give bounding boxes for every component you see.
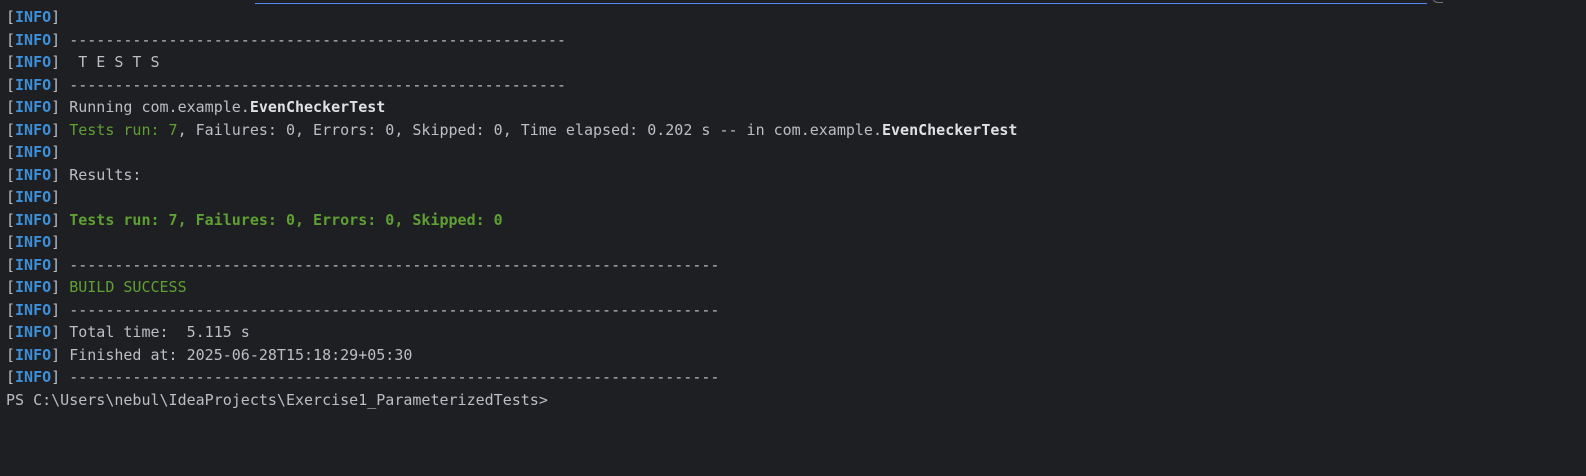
log-level: INFO [15, 278, 52, 296]
log-level: INFO [15, 233, 52, 251]
total-time: Total time: 5.115 s [69, 323, 250, 341]
log-level: INFO [15, 30, 52, 49]
test-class-name: EvenCheckerTest [882, 120, 1018, 139]
terminal-output[interactable]: [INFO] [INFO] --------------------------… [0, 0, 1586, 476]
separator-text: ----------------------------------------… [69, 75, 566, 94]
log-line-separator-2: [INFO] ---------------------------------… [6, 75, 566, 94]
truncated-link-underline[interactable] [255, 0, 1427, 4]
log-level: INFO [15, 188, 52, 206]
log-level: INFO [15, 8, 52, 26]
log-level: INFO [15, 98, 52, 116]
tests-run-count: Tests run: 7 [69, 120, 178, 139]
tests-title: T E S T S [69, 53, 160, 71]
log-line-separator-4: [INFO] ---------------------------------… [6, 300, 720, 319]
log-line-blank-2: [INFO] [6, 143, 61, 161]
log-line-separator-3: [INFO] ---------------------------------… [6, 255, 720, 274]
log-line-separator-5: [INFO] ---------------------------------… [6, 368, 720, 386]
log-line-build-status: [INFO] BUILD SUCCESS [6, 278, 187, 296]
build-status: BUILD SUCCESS [69, 278, 187, 296]
log-line-tests-title: [INFO] T E S T S [6, 53, 160, 71]
log-level: INFO [15, 143, 52, 161]
log-level: INFO [15, 345, 52, 364]
log-line-blank-3: [INFO] [6, 188, 61, 206]
class-result-details: , Failures: 0, Errors: 0, Skipped: 0, Ti… [177, 120, 882, 139]
log-line-blank-1: [INFO] [6, 8, 61, 26]
running-prefix: Running com.example. [69, 98, 250, 116]
log-line-class-result: [INFO] Tests run: 7, Failures: 0, Errors… [6, 120, 1018, 139]
shell-prompt[interactable]: PS C:\Users\nebul\IdeaProjects\Exercise1… [6, 389, 1017, 412]
log-level: INFO [15, 210, 52, 229]
log-line-results: [INFO] Results: [6, 165, 142, 184]
log-level: INFO [15, 120, 52, 139]
test-class-name: EvenCheckerTest [249, 98, 386, 116]
log-level: INFO [15, 368, 52, 386]
results-label: Results: [69, 165, 142, 184]
separator-text: ----------------------------------------… [69, 255, 720, 274]
tests-summary: Tests run: 7, Failures: 0, Errors: 0, Sk… [69, 210, 503, 229]
separator-text: ----------------------------------------… [69, 368, 720, 386]
log-level: INFO [15, 300, 52, 319]
log-lines: [INFO] [INFO] --------------------------… [6, 6, 1017, 411]
truncated-line-tail [1432, 0, 1443, 3]
log-line-running: [INFO] Running com.example.EvenCheckerTe… [6, 98, 386, 116]
log-level: INFO [15, 323, 52, 341]
log-level: INFO [15, 255, 52, 274]
separator-text: ----------------------------------------… [69, 30, 566, 49]
prompt-text: PS C:\Users\nebul\IdeaProjects\Exercise1… [6, 390, 548, 409]
log-line-summary: [INFO] Tests run: 7, Failures: 0, Errors… [6, 210, 503, 229]
separator-text: ----------------------------------------… [69, 300, 720, 319]
log-line-finished-at: [INFO] Finished at: 2025-06-28T15:18:29+… [6, 345, 413, 364]
finished-at: Finished at: 2025-06-28T15:18:29+05:30 [69, 345, 413, 364]
log-level: INFO [15, 53, 52, 71]
log-line-blank-4: [INFO] [6, 233, 61, 251]
log-level: INFO [15, 165, 52, 184]
log-level: INFO [15, 75, 52, 94]
log-line-separator-1: [INFO] ---------------------------------… [6, 30, 566, 49]
log-line-total-time: [INFO] Total time: 5.115 s [6, 323, 250, 341]
